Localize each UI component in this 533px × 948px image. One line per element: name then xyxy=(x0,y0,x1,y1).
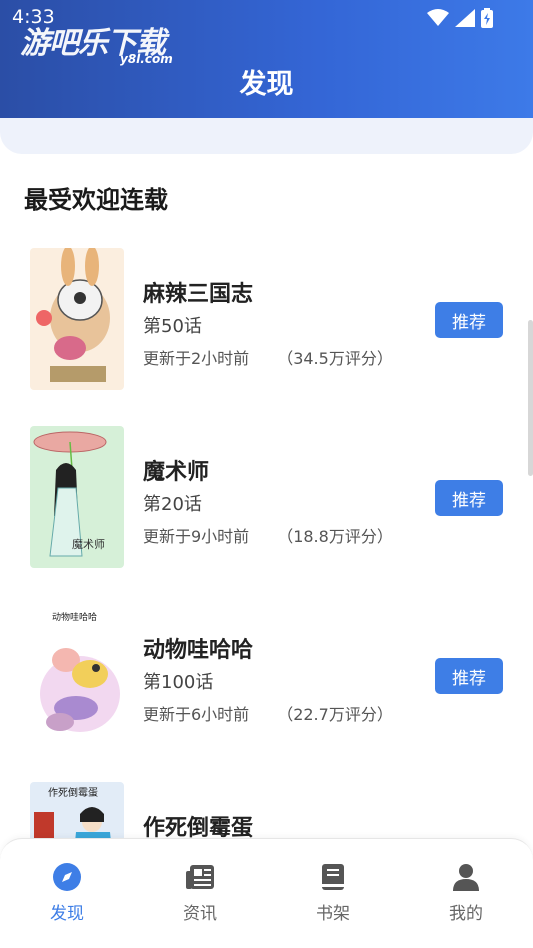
news-icon xyxy=(186,865,214,889)
comic-cover[interactable] xyxy=(30,248,124,390)
cover-text: 作死倒霉蛋 xyxy=(48,787,98,799)
signal-icon xyxy=(455,9,475,27)
comic-updated: 更新于6小时前 xyxy=(143,705,250,724)
recommend-button[interactable]: 推荐 xyxy=(435,480,503,516)
battery-icon xyxy=(481,8,493,28)
comic-meta: 更新于9小时前 （18.8万评分） xyxy=(143,523,393,547)
section-title: 最受欢迎连载 xyxy=(24,186,168,214)
list-item[interactable]: 魔术师 魔术师 第20话 更新于9小时前 （18.8万评分） 推荐 xyxy=(0,424,533,602)
comic-episode: 第20话 xyxy=(143,494,202,515)
comic-meta: 更新于2小时前 （34.5万评分） xyxy=(143,345,393,369)
nav-item-bookshelf[interactable]: 书架 xyxy=(293,861,373,924)
nav-label: 发现 xyxy=(50,904,84,924)
scrollbar[interactable] xyxy=(528,320,533,476)
app-header: 4:33 游吧乐下载 y8l.com 发现 xyxy=(0,0,533,118)
comic-rating: （18.8万评分） xyxy=(277,527,393,546)
nav-item-profile[interactable]: 我的 xyxy=(426,861,506,924)
comic-cover[interactable]: 魔术师 xyxy=(30,426,124,568)
status-icons xyxy=(427,8,493,28)
cover-text: 动物哇哈哈 xyxy=(52,611,97,623)
nav-label: 我的 xyxy=(449,904,483,924)
comic-rating: （22.7万评分） xyxy=(277,705,393,724)
nav-item-news[interactable]: 资讯 xyxy=(160,861,240,924)
user-icon xyxy=(453,864,479,891)
recommend-button[interactable]: 推荐 xyxy=(435,302,503,338)
nav-label: 书架 xyxy=(316,904,350,924)
list-item[interactable]: 动物哇哈哈 动物哇哈哈 第100话 更新于6小时前 （22.7万评分） 推荐 xyxy=(0,602,533,780)
book-icon xyxy=(322,864,344,890)
recommend-button[interactable]: 推荐 xyxy=(435,658,503,694)
page-title: 发现 xyxy=(239,69,294,100)
nav-label: 资讯 xyxy=(183,904,217,924)
comic-title: 动物哇哈哈 xyxy=(143,638,254,663)
bottom-nav: 发现 资讯 书架 我的 xyxy=(0,838,533,948)
nav-item-discover[interactable]: 发现 xyxy=(27,861,107,924)
comic-episode: 第50话 xyxy=(143,316,202,337)
list-item[interactable]: 麻辣三国志 第50话 更新于2小时前 （34.5万评分） 推荐 xyxy=(0,246,533,424)
comic-updated: 更新于9小时前 xyxy=(143,527,250,546)
wifi-icon xyxy=(427,9,449,26)
comic-title: 魔术师 xyxy=(143,460,210,485)
comic-title: 麻辣三国志 xyxy=(143,282,254,307)
comic-cover[interactable]: 动物哇哈哈 xyxy=(30,604,124,746)
comic-updated: 更新于2小时前 xyxy=(143,349,250,368)
comic-episode: 第100话 xyxy=(143,672,214,693)
banner-card[interactable] xyxy=(0,118,533,154)
comic-rating: （34.5万评分） xyxy=(277,349,393,368)
compass-icon xyxy=(53,863,81,891)
cover-text: 魔术师 xyxy=(72,537,105,551)
comic-meta: 更新于6小时前 （22.7万评分） xyxy=(143,701,393,725)
